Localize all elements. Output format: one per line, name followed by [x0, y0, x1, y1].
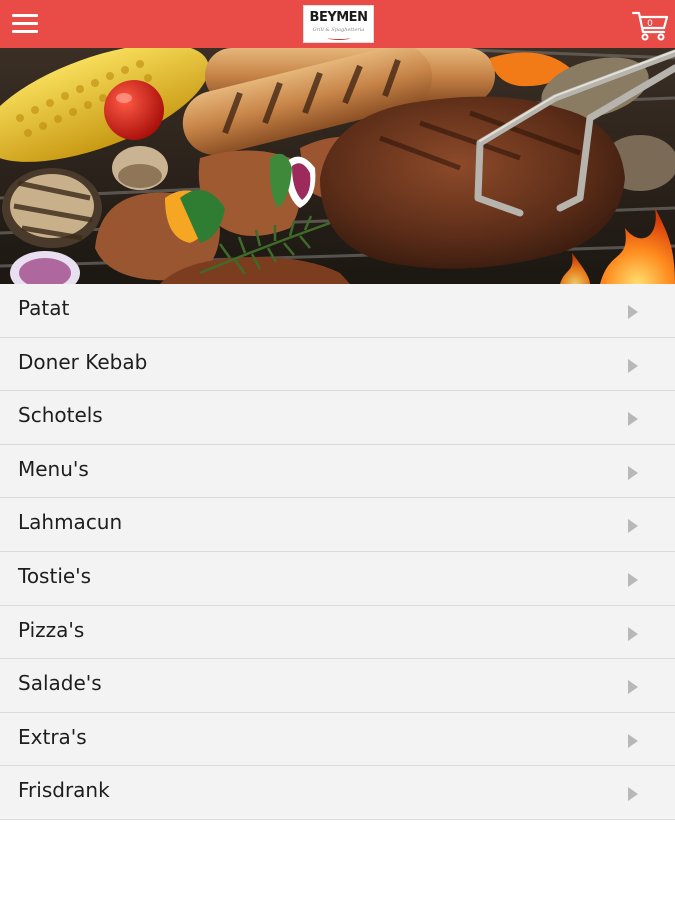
hero-banner-image	[0, 48, 675, 284]
menu-item-patat[interactable]: Patat	[0, 284, 675, 338]
menu-item-pizzas[interactable]: Pizza's	[0, 605, 675, 660]
app-header: BEYMEN Grill & Spaghetteria 0	[0, 0, 675, 48]
menu-item-lahmacun[interactable]: Lahmacun	[0, 498, 675, 552]
menu-item-label: Tostie's	[18, 563, 92, 588]
menu-item-salades[interactable]: Salade's	[0, 659, 675, 713]
menu-item-label: Extra's	[18, 724, 87, 749]
chevron-right-icon	[628, 680, 638, 695]
cart-button[interactable]: 0	[631, 8, 671, 42]
chevron-right-icon	[628, 358, 638, 373]
menu-item-menus[interactable]: Menu's	[0, 444, 675, 499]
menu-item-label: Pizza's	[18, 617, 85, 642]
chevron-right-icon	[628, 412, 638, 427]
menu-item-doner-kebab[interactable]: Doner Kebab	[0, 337, 675, 392]
menu-item-label: Menu's	[18, 456, 89, 481]
menu-item-tosties[interactable]: Tostie's	[0, 551, 675, 606]
logo-tagline: Grill & Spaghetteria	[312, 27, 365, 33]
hamburger-bar	[12, 30, 38, 33]
cart-count-badge: 0	[647, 19, 653, 29]
logo-wordmark: BEYMEN	[309, 10, 368, 25]
chevron-right-icon	[628, 787, 638, 802]
brand-logo[interactable]: BEYMEN Grill & Spaghetteria	[303, 5, 374, 43]
menu-item-label: Schotels	[18, 403, 103, 428]
chevron-right-icon	[628, 465, 638, 480]
hamburger-menu-icon	[12, 14, 38, 17]
menu-item-label: Frisdrank	[18, 778, 110, 803]
menu-item-label: Lahmacun	[18, 510, 123, 535]
grilled-food-image	[0, 48, 675, 284]
menu-item-extras[interactable]: Extra's	[0, 712, 675, 767]
chevron-right-icon	[628, 305, 638, 319]
logo-swash	[328, 36, 350, 40]
chevron-right-icon	[628, 733, 638, 748]
chevron-right-icon	[628, 519, 638, 534]
hamburger-bar	[12, 22, 38, 25]
menu-item-label: Salade's	[18, 671, 102, 696]
chevron-right-icon	[628, 626, 638, 641]
menu-item-label: Doner Kebab	[18, 349, 148, 374]
chevron-right-icon	[628, 572, 638, 587]
hamburger-menu-button[interactable]	[10, 10, 42, 38]
menu-item-schotels[interactable]: Schotels	[0, 391, 675, 445]
menu-item-label: Patat	[18, 296, 70, 320]
category-menu-list: Patat Doner Kebab Schotels Menu's Lahmac…	[0, 284, 675, 820]
menu-item-frisdrank[interactable]: Frisdrank	[0, 766, 675, 820]
